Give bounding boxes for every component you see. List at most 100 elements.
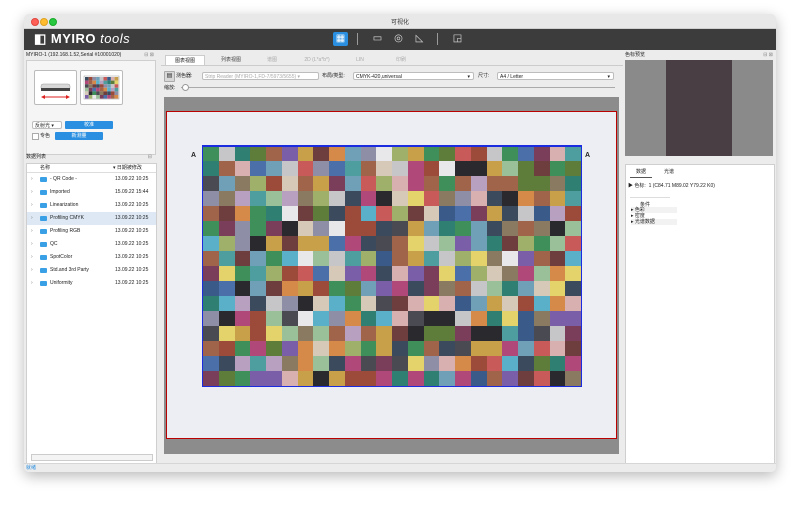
column-name-header[interactable]: 名称	[40, 164, 50, 172]
color-patch[interactable]	[470, 146, 487, 162]
color-patch[interactable]	[266, 296, 283, 312]
color-patch[interactable]	[392, 356, 409, 372]
color-patch[interactable]	[407, 296, 424, 312]
color-patch[interactable]	[533, 236, 550, 252]
color-patch[interactable]	[360, 371, 377, 387]
color-patch[interactable]	[329, 146, 346, 162]
color-patch[interactable]	[344, 146, 361, 162]
list-item[interactable]: › - QR Code - 13.09.22 10:25	[27, 173, 156, 186]
color-patch[interactable]	[439, 296, 456, 312]
color-patch[interactable]	[423, 146, 440, 162]
color-patch[interactable]	[455, 371, 472, 387]
color-patch[interactable]	[297, 326, 314, 342]
color-patch[interactable]	[329, 356, 346, 372]
color-patch[interactable]	[376, 341, 393, 357]
color-patch[interactable]	[360, 206, 377, 222]
color-patch[interactable]	[234, 311, 251, 327]
color-patch[interactable]	[470, 281, 487, 297]
expand-chevron-icon[interactable]: ›	[31, 186, 33, 199]
color-patch[interactable]	[250, 281, 267, 297]
color-patch[interactable]	[565, 341, 582, 357]
color-patch[interactable]	[502, 176, 519, 192]
color-patch[interactable]	[360, 176, 377, 192]
color-patch[interactable]	[392, 236, 409, 252]
color-patch[interactable]	[565, 146, 582, 162]
color-patch[interactable]	[234, 356, 251, 372]
color-patch[interactable]	[376, 251, 393, 267]
patch-row[interactable]: ▶ 色标: 1 (C84.71 M89.02 Y79.22 K0)	[628, 182, 715, 189]
color-patch[interactable]	[376, 206, 393, 222]
color-patch[interactable]	[486, 341, 503, 357]
color-patch[interactable]	[250, 311, 267, 327]
color-patch[interactable]	[266, 206, 283, 222]
color-patch[interactable]	[234, 296, 251, 312]
color-patch[interactable]	[360, 221, 377, 237]
color-patch[interactable]	[502, 326, 519, 342]
color-patch[interactable]	[313, 296, 330, 312]
color-patch[interactable]	[470, 236, 487, 252]
color-patch[interactable]	[344, 176, 361, 192]
color-patch[interactable]	[281, 161, 298, 177]
color-patch[interactable]	[281, 326, 298, 342]
color-patch[interactable]	[344, 236, 361, 252]
tree-item[interactable]: ▸ 光谱数据	[631, 219, 677, 225]
color-patch[interactable]	[518, 341, 535, 357]
color-patch[interactable]	[502, 371, 519, 387]
expand-chevron-icon[interactable]: ›	[31, 277, 33, 290]
color-patch[interactable]	[423, 326, 440, 342]
color-patch[interactable]	[407, 371, 424, 387]
tab-list-view[interactable]: 列表视图	[211, 55, 251, 65]
color-patch[interactable]	[518, 371, 535, 387]
color-patch[interactable]	[266, 251, 283, 267]
color-patch[interactable]	[313, 341, 330, 357]
color-patch[interactable]	[360, 236, 377, 252]
color-patch[interactable]	[313, 371, 330, 387]
expand-chevron-icon[interactable]: ›	[31, 238, 33, 251]
color-patch[interactable]	[392, 371, 409, 387]
color-patch[interactable]	[297, 206, 314, 222]
column-date-header[interactable]: ▾ 日期被修改	[113, 164, 142, 172]
color-patch[interactable]	[565, 251, 582, 267]
color-patch[interactable]	[486, 371, 503, 387]
color-patch[interactable]	[218, 371, 235, 387]
color-patch[interactable]	[565, 296, 582, 312]
color-patch[interactable]	[266, 341, 283, 357]
new-measure-button[interactable]: 新测量	[55, 132, 103, 140]
color-patch[interactable]	[250, 296, 267, 312]
color-patch[interactable]	[486, 296, 503, 312]
color-patch[interactable]	[392, 176, 409, 192]
color-patch[interactable]	[533, 176, 550, 192]
color-patch[interactable]	[313, 206, 330, 222]
tab-spectrum[interactable]: 谱图	[257, 55, 287, 65]
instrument-icon[interactable]: ▤	[164, 71, 175, 82]
color-patch[interactable]	[502, 146, 519, 162]
color-patch[interactable]	[565, 371, 582, 387]
color-patch[interactable]	[266, 221, 283, 237]
color-patch[interactable]	[549, 161, 566, 177]
color-patch[interactable]	[313, 176, 330, 192]
color-patch[interactable]	[218, 326, 235, 342]
color-patch[interactable]	[297, 221, 314, 237]
color-patch[interactable]	[549, 326, 566, 342]
color-patch[interactable]	[281, 146, 298, 162]
color-patch[interactable]	[549, 251, 566, 267]
instrument-select[interactable]: Strip Reader (MYIRO-1,FD-7/5973/5655) ▾	[202, 72, 319, 80]
color-patch[interactable]	[533, 296, 550, 312]
color-patch[interactable]	[250, 146, 267, 162]
color-patch[interactable]	[281, 311, 298, 327]
color-patch[interactable]	[486, 311, 503, 327]
color-patch[interactable]	[376, 191, 393, 207]
color-patch[interactable]	[392, 221, 409, 237]
color-patch[interactable]	[281, 296, 298, 312]
color-patch[interactable]	[203, 296, 220, 312]
color-patch[interactable]	[203, 311, 220, 327]
color-patch[interactable]	[266, 281, 283, 297]
color-patch[interactable]	[344, 206, 361, 222]
color-patch[interactable]	[360, 296, 377, 312]
color-patch[interactable]	[281, 371, 298, 387]
color-patch[interactable]	[376, 296, 393, 312]
color-patch[interactable]	[218, 311, 235, 327]
list-item[interactable]: › SpotColor 13.09.22 10:25	[27, 251, 156, 264]
tab-2d-lab[interactable]: 2D (L*a*b*)	[293, 55, 341, 65]
color-patch[interactable]	[423, 161, 440, 177]
